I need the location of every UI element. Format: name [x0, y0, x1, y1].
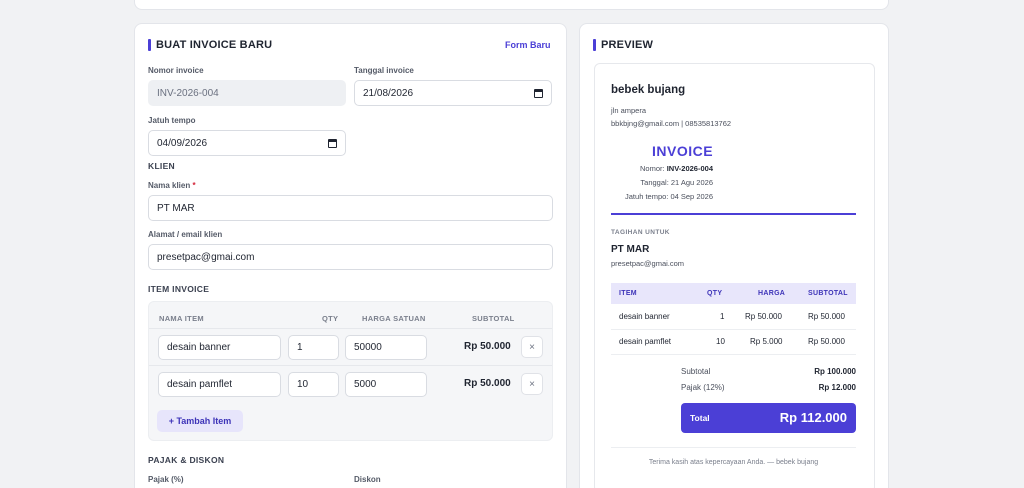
client-address-label: Alamat / email klien [148, 230, 223, 239]
item-qty-value: 10 [297, 379, 309, 390]
preview-header-qty: QTY [707, 290, 723, 297]
thank-you-note: Terima kasih atas kepercayaan Anda. — be… [648, 459, 819, 466]
item-name-input[interactable]: desain pamflet [158, 372, 281, 397]
items-section-label: ITEM INVOICE [148, 284, 210, 294]
form-title: BUAT INVOICE BARU [148, 39, 272, 51]
invoice-number-label: Nomor invoice [148, 66, 204, 75]
total-bar: Total Rp 112.000 [681, 403, 856, 433]
add-item-button[interactable]: + Tambah Item [157, 410, 243, 432]
invoice-date-value: 21/08/2026 [363, 87, 414, 99]
subtotal-label: Subtotal [681, 367, 711, 376]
item-name-input[interactable]: desain banner [158, 335, 281, 360]
business-name: bebek bujang [611, 84, 686, 96]
preview-row-price: Rp 5.000 [750, 337, 783, 346]
tax-section-label: PAJAK & DISKON [148, 455, 225, 465]
due-date-field[interactable]: 04/09/2026 [148, 130, 346, 156]
number-value: INV-2026-004 [666, 164, 713, 173]
row-divider [149, 365, 552, 366]
preview-client-name: PT MAR [611, 244, 650, 255]
preview-row-item: desain pamflet [619, 337, 672, 346]
calendar-icon[interactable] [534, 88, 543, 98]
preview-client-contact: presetpac@gmai.com [611, 259, 685, 268]
business-contact: bbkbjng@gmail.com | 08535813762 [611, 119, 732, 128]
item-qty-value: 1 [297, 342, 303, 353]
invoice-due-meta: Jatuh tempo: 04 Sep 2026 [625, 192, 713, 201]
due-date-label: Jatuh tempo [148, 116, 196, 125]
required-mark: * [192, 181, 196, 190]
new-form-button[interactable]: Form Baru [505, 40, 551, 50]
subtotal-value: Rp 100.000 [814, 367, 856, 376]
preview-row-qty: 1 [720, 312, 725, 321]
footer-divider [611, 447, 856, 448]
item-price-input[interactable]: 5000 [345, 372, 427, 397]
close-icon: × [529, 341, 535, 353]
preview-row-divider [611, 329, 856, 330]
client-name-input[interactable]: PT MAR [148, 195, 553, 221]
remove-item-button[interactable]: × [521, 336, 543, 358]
invoice-heading: INVOICE [652, 143, 714, 159]
invoice-date-meta: Tanggal: 21 Agu 2026 [640, 178, 713, 187]
items-header-price: HARGA SATUAN [362, 314, 426, 323]
client-name-value: PT MAR [157, 202, 195, 214]
tax-label: Pajak (12%) [681, 383, 725, 392]
items-header-qty: QTY [322, 314, 339, 323]
preview-row-qty: 10 [716, 337, 725, 346]
row-divider [149, 328, 552, 329]
item-price-input[interactable]: 50000 [345, 335, 427, 360]
preview-header-subtotal: SUBTOTAL [808, 290, 848, 297]
top-panel [134, 0, 889, 10]
items-header-name: NAMA ITEM [159, 314, 204, 323]
item-name-value: desain banner [167, 342, 231, 353]
discount-label: Diskon [354, 475, 381, 484]
invoice-number-meta: Nomor: INV-2026-004 [611, 164, 713, 173]
preview-title: PREVIEW [593, 39, 653, 51]
preview-header-item: ITEM [619, 290, 637, 297]
tax-value: Rp 12.000 [818, 383, 856, 392]
close-icon: × [529, 378, 535, 390]
invoice-number-field: INV-2026-004 [148, 80, 346, 106]
item-qty-input[interactable]: 1 [288, 335, 339, 360]
invoice-date-label: Tanggal invoice [354, 66, 414, 75]
items-table: NAMA ITEM QTY HARGA SATUAN SUBTOTAL desa… [148, 301, 553, 441]
item-qty-input[interactable]: 10 [288, 372, 339, 397]
bill-to-label: TAGIHAN UNTUK [611, 229, 670, 236]
client-name-label-text: Nama klien [148, 181, 191, 190]
invoice-date-field[interactable]: 21/08/2026 [354, 80, 552, 106]
item-subtotal: Rp 50.000 [464, 341, 511, 352]
item-price-value: 50000 [354, 342, 382, 353]
client-address-input[interactable]: presetpac@gmai.com [148, 244, 553, 270]
remove-item-button[interactable]: × [521, 373, 543, 395]
preview-header-price: HARGA [758, 290, 786, 297]
preview-row-subtotal: Rp 50.000 [808, 312, 845, 321]
item-name-value: desain pamflet [167, 379, 233, 390]
business-address: jln ampera [611, 106, 647, 115]
preview-row-price: Rp 50.000 [745, 312, 782, 321]
accent-divider [611, 213, 856, 215]
invoice-number-value: INV-2026-004 [157, 87, 219, 99]
preview-row-divider [611, 354, 856, 355]
due-date-value: 04/09/2026 [157, 137, 208, 149]
tax-percent-label: Pajak (%) [148, 475, 184, 484]
client-name-label: Nama klien * [148, 181, 196, 190]
calendar-icon[interactable] [328, 138, 337, 148]
item-subtotal: Rp 50.000 [464, 378, 511, 389]
number-label: Nomor: [640, 164, 665, 173]
client-section-label: KLIEN [148, 161, 175, 171]
item-price-value: 5000 [354, 379, 377, 390]
total-label: Total [690, 413, 710, 423]
items-header-subtotal: SUBTOTAL [472, 314, 515, 323]
preview-row-item: desain banner [619, 312, 670, 321]
preview-row-subtotal: Rp 50.000 [808, 337, 845, 346]
total-value: Rp 112.000 [779, 410, 847, 425]
client-address-value: presetpac@gmai.com [157, 251, 255, 263]
